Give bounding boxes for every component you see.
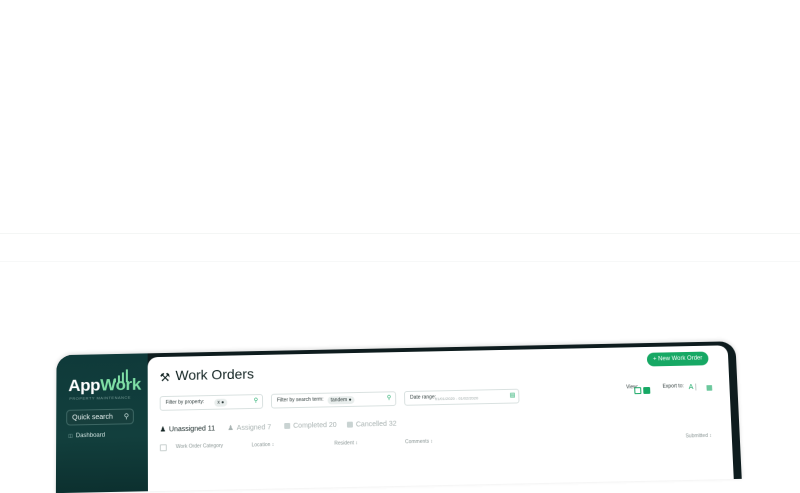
tab-cancelled[interactable]: Cancelled 32 [346,421,397,429]
column-header-comments[interactable]: Comments ↕ [405,439,433,446]
background-band [0,233,800,234]
new-work-order-button[interactable]: + New Work Order [646,351,709,367]
user-icon: ♟ [227,425,234,433]
column-header-resident[interactable]: Resident ↕ [334,440,358,446]
column-header-location[interactable]: Location ↕ [252,442,275,448]
tab-completed[interactable]: Completed 20 [284,422,337,430]
search-term-filter[interactable]: Filter by search term: tandem ● ⚲ [270,391,397,409]
clear-icon[interactable]: ● [349,397,352,403]
clear-icon[interactable]: ● [221,400,224,406]
checkbox-icon [284,422,291,429]
view-toggle[interactable] [634,386,651,395]
grid-view-icon[interactable] [643,386,651,394]
search-term-label: Filter by search term: [276,396,324,404]
background-band [0,261,800,262]
search-icon[interactable]: ⚲ [254,397,258,404]
sidebar-item-dashboard[interactable]: ◫ Dashboard [68,433,105,440]
property-filter[interactable]: Filter by property: x ● ⚲ [159,393,264,411]
page-title: Work Orders [175,365,254,384]
calendar-icon[interactable]: ▤ [510,392,516,399]
column-header-submitted[interactable]: Submitted ↕ [685,433,712,439]
date-range-label: Date range: [409,394,437,401]
main-content: ⚒ Work Orders + New Work Order Filter by… [147,345,734,492]
search-icon[interactable]: ⚲ [124,410,129,426]
app-window: AppWork PROPERTY MAINTENANCE Quick searc… [55,341,742,493]
spreadsheet-export-icon[interactable]: ▦ [706,384,713,392]
list-view-icon[interactable] [634,387,642,395]
app-logo[interactable]: AppWork [68,375,141,396]
select-all-checkbox[interactable] [159,444,167,452]
date-range-value: 01/01/2020 - 01/02/2020 [434,395,479,402]
date-range-filter[interactable]: Date range: 01/01/2020 - 01/02/2020 ▤ [403,388,520,406]
checkbox-icon [346,421,353,428]
work-orders-icon: ⚒ [159,370,171,385]
search-icon[interactable]: ⚲ [387,394,391,401]
sidebar: AppWork PROPERTY MAINTENANCE Quick searc… [55,353,148,493]
export-label: Export to: [662,383,684,390]
property-filter-label: Filter by property: [165,399,205,406]
logo-tagline: PROPERTY MAINTENANCE [69,394,131,401]
search-term-chip[interactable]: tandem ● [327,396,355,405]
dashboard-icon: ◫ [68,433,73,440]
quick-search-placeholder: Quick search [72,413,113,422]
tab-unassigned[interactable]: ♟ Unassigned 11 [160,424,215,433]
sidebar-item-label: Dashboard [75,432,106,440]
quick-search-input[interactable]: Quick search ⚲ [66,408,134,426]
user-add-icon: ♟ [159,426,167,434]
logo-bars-icon [113,369,128,383]
pdf-export-icon[interactable]: A | [689,384,697,391]
tab-assigned[interactable]: ♟ Assigned 7 [227,423,271,432]
property-chip[interactable]: x ● [214,398,228,407]
